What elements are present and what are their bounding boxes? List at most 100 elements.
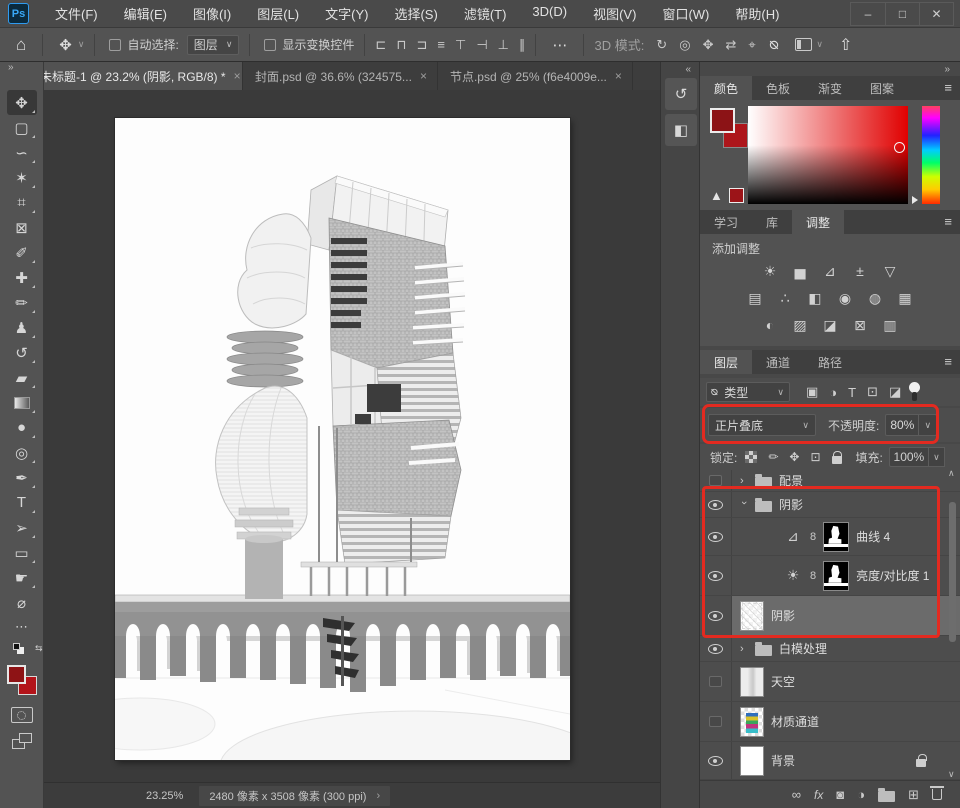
- gamut-warning-icon[interactable]: ▲: [710, 188, 723, 203]
- visibility-toggle[interactable]: [700, 662, 732, 701]
- mask-link-icon[interactable]: 8: [810, 570, 816, 582]
- tab-swatches[interactable]: 色板: [752, 76, 804, 100]
- add-mask-icon[interactable]: ◙: [836, 787, 844, 802]
- status-expand-icon[interactable]: ›: [376, 790, 380, 802]
- scrollbar-thumb[interactable]: [949, 502, 956, 642]
- healing-brush-tool[interactable]: ✚: [7, 265, 37, 290]
- filter-adjustment-layers-icon[interactable]: ◑: [829, 385, 837, 400]
- blend-mode-dropdown[interactable]: 正片叠底 ∨: [708, 414, 816, 436]
- align-left-icon[interactable]: ⊏: [375, 37, 386, 53]
- vibrance-icon[interactable]: ▽: [880, 262, 900, 280]
- shape-tool[interactable]: ▭: [7, 540, 37, 565]
- menu-image[interactable]: 图像(I): [193, 4, 231, 23]
- brightness-contrast-icon[interactable]: ☀: [760, 262, 780, 280]
- layer-row-tiankong[interactable]: 天空: [700, 662, 960, 702]
- layer-row-baimo[interactable]: › 白模处理: [700, 636, 960, 662]
- layers-scrollbar[interactable]: ∧ ∨: [947, 472, 958, 778]
- lock-position-icon[interactable]: ✥: [789, 450, 799, 464]
- frame-tool[interactable]: ⊠: [7, 215, 37, 240]
- new-layer-icon[interactable]: ⊞: [908, 787, 919, 803]
- panel-color-swatches[interactable]: [710, 108, 752, 154]
- blur-tool[interactable]: ●: [7, 415, 37, 440]
- tab-libraries[interactable]: 库: [752, 210, 792, 234]
- 3d-pan-icon[interactable]: ✥: [703, 37, 714, 53]
- layer-name[interactable]: 曲线 4: [856, 528, 890, 545]
- tab-channels[interactable]: 通道: [752, 350, 804, 374]
- foreground-color-swatch[interactable]: [7, 665, 26, 684]
- lock-all-icon[interactable]: [832, 456, 842, 464]
- align-bottom-icon[interactable]: ⊥: [498, 37, 509, 53]
- tab-patterns[interactable]: 图案: [856, 76, 908, 100]
- document-info[interactable]: 2480 像素 x 3508 像素 (300 ppi) ›: [199, 786, 390, 806]
- history-panel-icon[interactable]: ↺: [665, 78, 697, 110]
- distribute-h-icon[interactable]: ≡: [437, 37, 445, 53]
- layer-styles-icon[interactable]: fx: [814, 788, 823, 802]
- align-middle-icon[interactable]: ⊣: [476, 37, 487, 53]
- move-tool[interactable]: ✥: [7, 90, 37, 115]
- filter-pixel-layers-icon[interactable]: ▣: [806, 384, 818, 400]
- crop-tool[interactable]: ⌗: [7, 190, 37, 215]
- type-tool[interactable]: T: [7, 490, 37, 515]
- auto-select-dropdown[interactable]: 图层 ∨: [187, 35, 240, 55]
- menu-type[interactable]: 文字(Y): [325, 4, 368, 23]
- filter-shape-layers-icon[interactable]: ⊡: [867, 384, 878, 400]
- chevron-down-icon[interactable]: ∨: [816, 39, 823, 50]
- layer-row-beijing[interactable]: 背景: [700, 742, 960, 780]
- eraser-tool[interactable]: ▰: [7, 365, 37, 390]
- gradient-map-icon[interactable]: ⊠: [850, 316, 870, 334]
- delete-layer-icon[interactable]: [932, 789, 942, 800]
- show-transform-checkbox[interactable]: [264, 39, 276, 51]
- color-lookup-icon[interactable]: ▦: [895, 289, 915, 307]
- path-select-tool[interactable]: ➢: [7, 515, 37, 540]
- history-brush-tool[interactable]: ↺: [7, 340, 37, 365]
- threshold-icon[interactable]: ◪: [820, 316, 840, 334]
- expand-panels-icon[interactable]: »: [944, 64, 950, 75]
- zoom-tool[interactable]: ⌀: [7, 590, 37, 615]
- levels-icon[interactable]: ▅: [790, 262, 810, 280]
- menu-file[interactable]: 文件(F): [55, 4, 98, 23]
- layer-name[interactable]: 亮度/对比度 1: [856, 567, 929, 584]
- fill-chevron[interactable]: ∨: [929, 447, 945, 467]
- color-cursor[interactable]: [894, 142, 905, 153]
- saturation-brightness-field[interactable]: [748, 106, 908, 204]
- new-adjustment-icon[interactable]: ◑: [857, 787, 865, 802]
- tab-layers[interactable]: 图层: [700, 350, 752, 374]
- layer-row-brightness1[interactable]: ☀ 8 亮度/对比度 1: [700, 556, 960, 596]
- hand-tool[interactable]: ☛: [7, 565, 37, 590]
- visibility-toggle[interactable]: [700, 636, 732, 661]
- move-tool-icon[interactable]: ✥: [53, 36, 78, 54]
- new-group-icon[interactable]: [878, 791, 895, 802]
- filter-toggle[interactable]: [909, 382, 920, 402]
- filter-type-layers-icon[interactable]: T: [848, 385, 856, 400]
- visibility-toggle[interactable]: [700, 742, 732, 779]
- brush-tool[interactable]: ✏: [7, 290, 37, 315]
- layer-row-caizhi[interactable]: 材质通道: [700, 702, 960, 742]
- lock-transparency-icon[interactable]: [745, 451, 757, 463]
- layer-thumbnail[interactable]: [740, 707, 764, 737]
- layer-mask-thumbnail[interactable]: [823, 522, 849, 552]
- menu-filter[interactable]: 滤镜(T): [464, 4, 507, 23]
- tab-color[interactable]: 颜色: [700, 76, 752, 100]
- visibility-toggle[interactable]: [700, 702, 732, 741]
- foreground-color-swatch[interactable]: [710, 108, 735, 133]
- gradient-tool[interactable]: [7, 390, 37, 415]
- 3d-orbit-icon[interactable]: ↻: [656, 37, 667, 53]
- menu-layer[interactable]: 图层(L): [257, 4, 299, 23]
- color-balance-icon[interactable]: ∴: [775, 289, 795, 307]
- clone-stamp-tool[interactable]: ♟: [7, 315, 37, 340]
- toolbar-collapse-icon[interactable]: »: [0, 62, 43, 78]
- filter-smart-objects-icon[interactable]: ◪: [889, 384, 901, 400]
- invert-icon[interactable]: ◐: [760, 316, 780, 334]
- menu-3d[interactable]: 3D(D): [532, 4, 567, 23]
- 3d-slide-icon[interactable]: ⇄: [725, 37, 736, 53]
- close-tab-icon[interactable]: ×: [420, 69, 427, 83]
- align-top-icon[interactable]: ⊤: [455, 37, 466, 53]
- magic-wand-tool[interactable]: ✶: [7, 165, 37, 190]
- layer-thumbnail[interactable]: [740, 667, 764, 697]
- tab-learn[interactable]: 学习: [700, 210, 752, 234]
- doc-tab-node[interactable]: 节点.psd @ 25% (f6e4009e... ×: [438, 62, 633, 90]
- panel-menu-icon[interactable]: ≡: [944, 214, 952, 229]
- default-colors-icon[interactable]: ⇆: [13, 643, 31, 657]
- mask-link-icon[interactable]: 8: [810, 531, 816, 543]
- layer-row-curves4[interactable]: ⊿ 8 曲线 4: [700, 518, 960, 556]
